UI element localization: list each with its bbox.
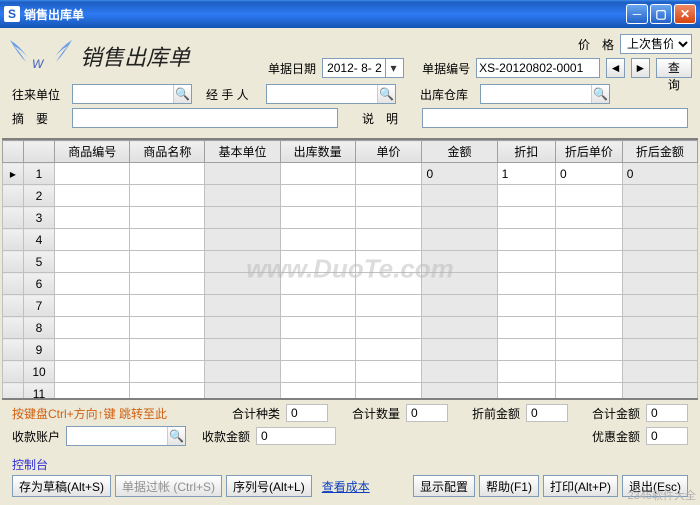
kinds-label: 合计种类 (232, 405, 280, 422)
price-label: 价 格 (558, 36, 614, 53)
exit-button[interactable]: 退出(Esc) (622, 475, 688, 497)
memo-input[interactable] (72, 108, 338, 128)
discount-amount-value[interactable]: 0 (646, 427, 688, 445)
col-header[interactable]: 商品名称 (130, 141, 205, 163)
col-header[interactable]: 折后金额 (622, 141, 697, 163)
memo-label: 摘 要 (12, 110, 68, 127)
pre-amount-value: 0 (526, 404, 568, 422)
titlebar: S 销售出库单 ─ ▢ ✕ (0, 0, 700, 28)
table-row[interactable]: 6 (3, 273, 698, 295)
kinds-value: 0 (286, 404, 328, 422)
filter-area: 往来单位 🔍 经 手 人 🔍 出库仓库 🔍 摘 要 说 明 (2, 82, 698, 138)
table-row[interactable]: ▸10100 (3, 163, 698, 185)
show-config-button[interactable]: 显示配置 (413, 475, 475, 497)
handler-input[interactable]: 🔍 (266, 84, 396, 104)
serial-button[interactable]: 序列号(Alt+L) (226, 475, 312, 497)
header-panel: W 销售出库单 价 格 上次售价 单据日期 ▾ 单据编号 ◄ ► 查询 (2, 30, 698, 82)
save-draft-button[interactable]: 存为草稿(Alt+S) (12, 475, 111, 497)
logo-wings-icon: W (8, 38, 74, 74)
col-header[interactable]: 出库数量 (280, 141, 355, 163)
post-button[interactable]: 单据过帐 (Ctrl+S) (115, 475, 222, 497)
app-icon: S (4, 6, 20, 22)
qty-label: 合计数量 (352, 405, 400, 422)
receive-label: 收款金额 (202, 428, 250, 445)
table-row[interactable]: 9 (3, 339, 698, 361)
table-row[interactable]: 11 (3, 383, 698, 401)
warehouse-label: 出库仓库 (420, 86, 476, 103)
query-button[interactable]: 查询 (656, 58, 692, 78)
search-icon[interactable]: 🔍 (377, 85, 395, 103)
control-panel-label: 控制台 (12, 456, 688, 473)
account-input[interactable]: 🔍 (66, 426, 186, 446)
discount-amount-label: 优惠金额 (592, 428, 640, 445)
table-row[interactable]: 2 (3, 185, 698, 207)
account-label: 收款账户 (12, 428, 60, 445)
keyboard-tip: 按键盘Ctrl+方向↑键 跳转至此 (12, 405, 167, 422)
view-cost-link[interactable]: 查看成本 (316, 475, 376, 497)
table-row[interactable]: 4 (3, 229, 698, 251)
date-label: 单据日期 (264, 60, 316, 77)
pre-amount-label: 折前金额 (472, 405, 520, 422)
col-header[interactable]: 单价 (355, 141, 422, 163)
data-table[interactable]: www.DuoTe.com 商品编号 商品名称 基本单位 出库数量 单价 金额 … (2, 138, 698, 400)
desc-label: 说 明 (362, 110, 418, 127)
table-row[interactable]: 3 (3, 207, 698, 229)
window-title: 销售出库单 (24, 6, 626, 23)
search-icon[interactable]: 🔍 (173, 85, 191, 103)
search-icon[interactable]: 🔍 (591, 85, 609, 103)
col-header[interactable]: 金额 (422, 141, 497, 163)
next-button[interactable]: ► (631, 58, 650, 78)
col-header[interactable]: 商品编号 (55, 141, 130, 163)
handler-label: 经 手 人 (206, 86, 262, 103)
desc-input[interactable] (422, 108, 688, 128)
doc-no-label: 单据编号 (418, 60, 470, 77)
close-button[interactable]: ✕ (674, 4, 696, 24)
col-header[interactable]: 折后单价 (556, 141, 623, 163)
col-header[interactable]: 基本单位 (205, 141, 280, 163)
print-button[interactable]: 打印(Alt+P) (543, 475, 618, 497)
table-row[interactable]: 7 (3, 295, 698, 317)
col-header[interactable]: 折扣 (497, 141, 555, 163)
qty-value: 0 (406, 404, 448, 422)
summary-area: 按键盘Ctrl+方向↑键 跳转至此 合计种类 0 合计数量 0 折前金额 0 合… (2, 400, 698, 454)
table-row[interactable]: 10 (3, 361, 698, 383)
partner-label: 往来单位 (12, 86, 68, 103)
minimize-button[interactable]: ─ (626, 4, 648, 24)
table-row[interactable]: 5 (3, 251, 698, 273)
receive-value[interactable]: 0 (256, 427, 336, 445)
date-input[interactable]: ▾ (322, 58, 404, 78)
partner-input[interactable]: 🔍 (72, 84, 192, 104)
page-title: 销售出库单 (80, 40, 190, 72)
search-icon[interactable]: 🔍 (167, 427, 185, 445)
doc-no-input[interactable] (476, 58, 600, 78)
help-button[interactable]: 帮助(F1) (479, 475, 539, 497)
footer-area: 控制台 存为草稿(Alt+S) 单据过帐 (Ctrl+S) 序列号(Alt+L)… (2, 454, 698, 503)
warehouse-input[interactable]: 🔍 (480, 84, 610, 104)
price-select[interactable]: 上次售价 (620, 34, 692, 54)
svg-text:W: W (32, 57, 45, 71)
chevron-down-icon[interactable]: ▾ (385, 59, 401, 77)
prev-button[interactable]: ◄ (606, 58, 625, 78)
maximize-button[interactable]: ▢ (650, 4, 672, 24)
total-value: 0 (646, 404, 688, 422)
table-row[interactable]: 8 (3, 317, 698, 339)
total-label: 合计金额 (592, 405, 640, 422)
